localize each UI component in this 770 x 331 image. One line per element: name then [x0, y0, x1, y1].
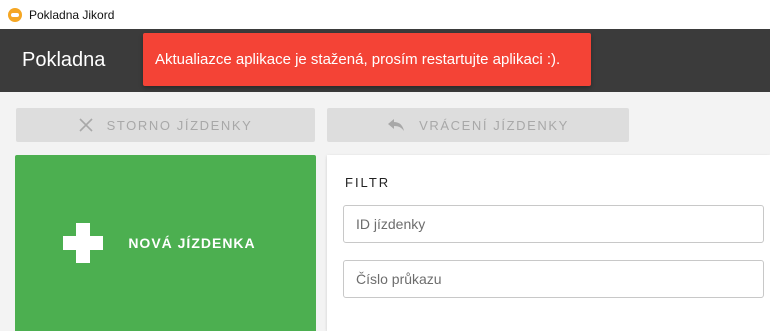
card-number-input[interactable] — [343, 260, 764, 298]
app-cloud-icon — [8, 7, 22, 22]
update-notification[interactable]: Aktualiazce aplikace je stažená, prosím … — [143, 33, 591, 86]
app-title: Pokladna — [22, 49, 106, 71]
reply-icon — [387, 118, 405, 132]
close-icon — [79, 118, 93, 132]
window-titlebar: Pokladna Jikord — [0, 0, 770, 29]
storno-button-label: STORNO JÍZDENKY — [106, 117, 253, 133]
ticket-id-input[interactable] — [343, 205, 764, 243]
new-ticket-button[interactable]: NOVÁ JÍZDENKA — [15, 155, 316, 331]
filter-title: FILTR — [345, 175, 391, 190]
vraceni-button-label: VRÁCENÍ JÍZDENKY — [419, 117, 569, 133]
app-bar: Pokladna Aktualiazce aplikace je stažená… — [0, 29, 770, 92]
new-ticket-label: NOVÁ JÍZDENKA — [128, 235, 256, 251]
plus-icon — [63, 223, 104, 263]
filter-panel: FILTR — [327, 155, 770, 331]
window-title: Pokladna Jikord — [29, 7, 115, 22]
storno-button[interactable]: STORNO JÍZDENKY — [16, 108, 315, 142]
vraceni-button[interactable]: VRÁCENÍ JÍZDENKY — [327, 108, 629, 142]
